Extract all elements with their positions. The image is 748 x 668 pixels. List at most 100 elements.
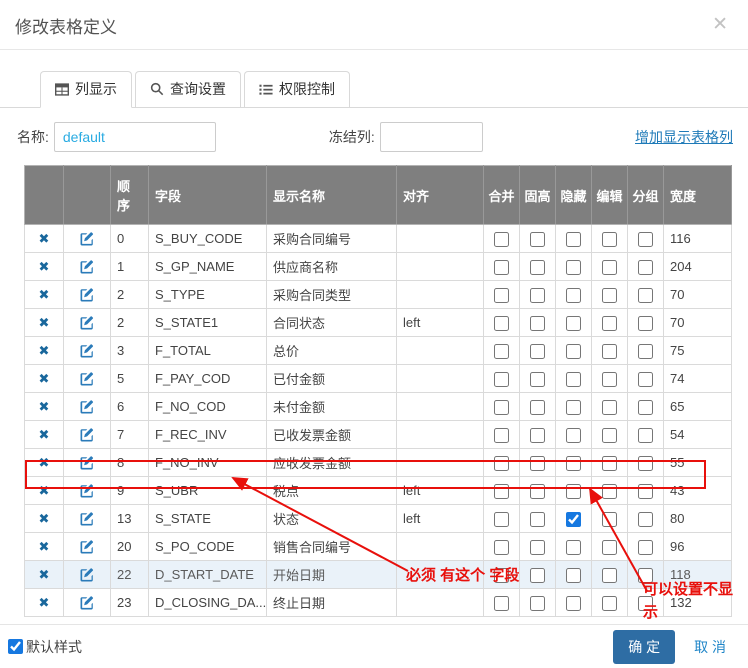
hide-checkbox[interactable] bbox=[566, 260, 581, 275]
delete-row-icon[interactable]: ✖ bbox=[39, 287, 50, 302]
hide-checkbox[interactable] bbox=[566, 484, 581, 499]
merge-checkbox[interactable] bbox=[494, 344, 509, 359]
hide-checkbox[interactable] bbox=[566, 456, 581, 471]
edit-row-icon[interactable] bbox=[80, 568, 94, 582]
add-display-column-link[interactable]: 增加显示表格列 bbox=[635, 127, 733, 147]
edit-row-icon[interactable] bbox=[80, 232, 94, 246]
delete-row-icon[interactable]: ✖ bbox=[39, 315, 50, 330]
edit-checkbox[interactable] bbox=[602, 428, 617, 443]
merge-checkbox[interactable] bbox=[494, 596, 509, 611]
cancel-button[interactable]: 取 消 bbox=[694, 637, 726, 657]
edit-checkbox[interactable] bbox=[602, 456, 617, 471]
fixed-checkbox[interactable] bbox=[530, 344, 545, 359]
delete-row-icon[interactable]: ✖ bbox=[39, 371, 50, 386]
fixed-checkbox[interactable] bbox=[530, 596, 545, 611]
edit-row-icon[interactable] bbox=[80, 512, 94, 526]
group-checkbox[interactable] bbox=[638, 568, 653, 583]
edit-row-icon[interactable] bbox=[80, 596, 94, 610]
close-icon[interactable]: ✕ bbox=[708, 13, 732, 36]
merge-checkbox[interactable] bbox=[494, 456, 509, 471]
delete-row-icon[interactable]: ✖ bbox=[39, 483, 50, 498]
group-checkbox[interactable] bbox=[638, 484, 653, 499]
ok-button[interactable]: 确 定 bbox=[613, 630, 675, 664]
delete-row-icon[interactable]: ✖ bbox=[39, 399, 50, 414]
edit-checkbox[interactable] bbox=[602, 400, 617, 415]
fixed-checkbox[interactable] bbox=[530, 456, 545, 471]
hide-checkbox[interactable] bbox=[566, 288, 581, 303]
fixed-checkbox[interactable] bbox=[530, 512, 545, 527]
delete-row-icon[interactable]: ✖ bbox=[39, 259, 50, 274]
merge-checkbox[interactable] bbox=[494, 288, 509, 303]
hide-checkbox[interactable] bbox=[566, 316, 581, 331]
group-checkbox[interactable] bbox=[638, 512, 653, 527]
group-checkbox[interactable] bbox=[638, 596, 653, 611]
edit-row-icon[interactable] bbox=[80, 428, 94, 442]
default-style-option[interactable]: 默认样式 bbox=[8, 637, 82, 657]
edit-checkbox[interactable] bbox=[602, 316, 617, 331]
merge-checkbox[interactable] bbox=[494, 568, 509, 583]
tab-query-settings[interactable]: 查询设置 bbox=[135, 71, 241, 107]
group-checkbox[interactable] bbox=[638, 232, 653, 247]
merge-checkbox[interactable] bbox=[494, 372, 509, 387]
fixed-checkbox[interactable] bbox=[530, 568, 545, 583]
merge-checkbox[interactable] bbox=[494, 400, 509, 415]
hide-checkbox[interactable] bbox=[566, 512, 581, 527]
fixed-checkbox[interactable] bbox=[530, 540, 545, 555]
group-checkbox[interactable] bbox=[638, 316, 653, 331]
group-checkbox[interactable] bbox=[638, 344, 653, 359]
edit-row-icon[interactable] bbox=[80, 400, 94, 414]
edit-checkbox[interactable] bbox=[602, 568, 617, 583]
delete-row-icon[interactable]: ✖ bbox=[39, 231, 50, 246]
group-checkbox[interactable] bbox=[638, 260, 653, 275]
hide-checkbox[interactable] bbox=[566, 568, 581, 583]
edit-checkbox[interactable] bbox=[602, 596, 617, 611]
group-checkbox[interactable] bbox=[638, 456, 653, 471]
fixed-checkbox[interactable] bbox=[530, 400, 545, 415]
merge-checkbox[interactable] bbox=[494, 428, 509, 443]
hide-checkbox[interactable] bbox=[566, 540, 581, 555]
delete-row-icon[interactable]: ✖ bbox=[39, 595, 50, 610]
name-input[interactable] bbox=[54, 122, 216, 152]
hide-checkbox[interactable] bbox=[566, 232, 581, 247]
merge-checkbox[interactable] bbox=[494, 484, 509, 499]
delete-row-icon[interactable]: ✖ bbox=[39, 343, 50, 358]
tab-permission-control[interactable]: 权限控制 bbox=[244, 71, 350, 107]
group-checkbox[interactable] bbox=[638, 372, 653, 387]
fixed-checkbox[interactable] bbox=[530, 484, 545, 499]
fixed-checkbox[interactable] bbox=[530, 260, 545, 275]
group-checkbox[interactable] bbox=[638, 540, 653, 555]
edit-checkbox[interactable] bbox=[602, 288, 617, 303]
hide-checkbox[interactable] bbox=[566, 372, 581, 387]
group-checkbox[interactable] bbox=[638, 288, 653, 303]
edit-row-icon[interactable] bbox=[80, 540, 94, 554]
fixed-checkbox[interactable] bbox=[530, 372, 545, 387]
edit-checkbox[interactable] bbox=[602, 260, 617, 275]
merge-checkbox[interactable] bbox=[494, 512, 509, 527]
edit-row-icon[interactable] bbox=[80, 456, 94, 470]
delete-row-icon[interactable]: ✖ bbox=[39, 539, 50, 554]
edit-checkbox[interactable] bbox=[602, 232, 617, 247]
edit-row-icon[interactable] bbox=[80, 260, 94, 274]
edit-row-icon[interactable] bbox=[80, 344, 94, 358]
merge-checkbox[interactable] bbox=[494, 232, 509, 247]
hide-checkbox[interactable] bbox=[566, 428, 581, 443]
fixed-checkbox[interactable] bbox=[530, 428, 545, 443]
group-checkbox[interactable] bbox=[638, 428, 653, 443]
fixed-checkbox[interactable] bbox=[530, 232, 545, 247]
edit-checkbox[interactable] bbox=[602, 484, 617, 499]
fixed-checkbox[interactable] bbox=[530, 288, 545, 303]
edit-row-icon[interactable] bbox=[80, 484, 94, 498]
edit-row-icon[interactable] bbox=[80, 316, 94, 330]
default-style-checkbox[interactable] bbox=[8, 639, 23, 654]
edit-checkbox[interactable] bbox=[602, 372, 617, 387]
delete-row-icon[interactable]: ✖ bbox=[39, 455, 50, 470]
group-checkbox[interactable] bbox=[638, 400, 653, 415]
hide-checkbox[interactable] bbox=[566, 344, 581, 359]
edit-row-icon[interactable] bbox=[80, 288, 94, 302]
edit-checkbox[interactable] bbox=[602, 512, 617, 527]
edit-checkbox[interactable] bbox=[602, 344, 617, 359]
delete-row-icon[interactable]: ✖ bbox=[39, 511, 50, 526]
edit-checkbox[interactable] bbox=[602, 540, 617, 555]
merge-checkbox[interactable] bbox=[494, 540, 509, 555]
delete-row-icon[interactable]: ✖ bbox=[39, 567, 50, 582]
